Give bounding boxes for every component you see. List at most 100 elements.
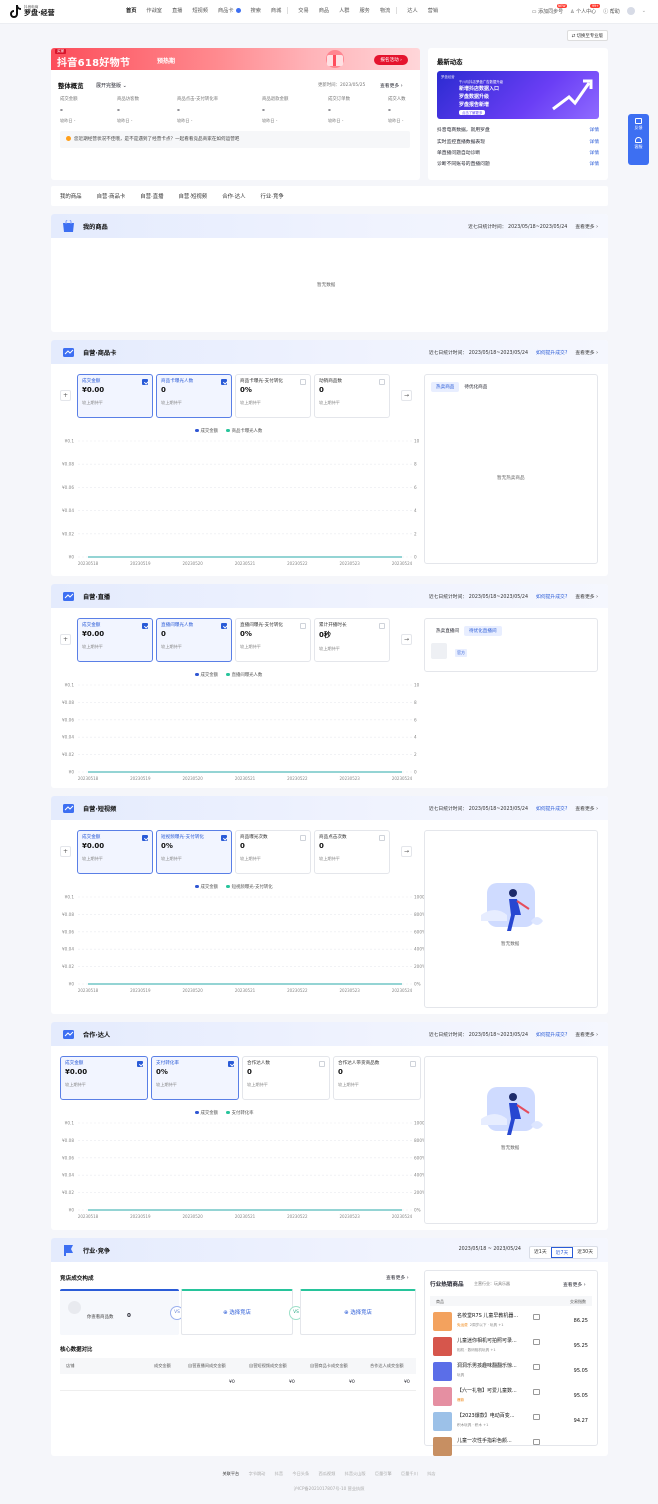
compare-icon[interactable] [533, 1339, 540, 1345]
tab-industry[interactable]: 行业·竞争 [260, 192, 283, 200]
service-button[interactable]: 客服 [628, 131, 649, 150]
nav-crowd[interactable]: 人群 [339, 7, 349, 14]
hot-product-row[interactable]: 【六一礼物】可爱儿童数... 爆款 95.05 [433, 1385, 591, 1407]
metric-card[interactable]: 短视频曝光-支付转化 0% 较上期持平 [156, 830, 232, 874]
prev-metric-button[interactable]: + [60, 390, 71, 401]
metric-checkbox[interactable] [142, 623, 148, 629]
legend-item[interactable]: 短视频曝光-支付转化 [226, 884, 273, 890]
compare-icon[interactable] [533, 1439, 540, 1445]
section-more-link[interactable]: 查看更多 › [575, 593, 598, 600]
version-dropdown[interactable]: 展开完整版 ⌄ [96, 82, 127, 89]
metric-card[interactable]: 累计开播时长 0秒 较上期持平 [314, 618, 390, 662]
metric-checkbox[interactable] [221, 623, 227, 629]
nav-talent[interactable]: 达人 [407, 7, 417, 14]
nav-war-room[interactable]: 作战室 [146, 7, 162, 14]
news-item[interactable]: 抖音电商数据，就用罗盘 详情 [437, 126, 599, 133]
metric-checkbox[interactable] [142, 379, 148, 385]
feedback-button[interactable]: 反馈 [628, 114, 649, 131]
nav-logistics[interactable]: 物流 [380, 7, 390, 14]
nav-marketing[interactable]: 营销 [428, 7, 438, 14]
legend-item[interactable]: 成交金额 [195, 428, 218, 434]
how-to-link[interactable]: 如何提升成交? [536, 349, 567, 356]
next-metric-button[interactable]: → [401, 390, 412, 401]
legend-item[interactable]: 支付转化率 [226, 1110, 254, 1116]
add-account-link[interactable]: ▭ 添加同步号 NEW [532, 3, 568, 15]
hot-product-row[interactable]: 儿童一次性手指彩色颜... [433, 1435, 591, 1457]
switch-pro-button[interactable]: ⇄ 切换至专业版 [566, 30, 608, 41]
hot-more-link[interactable]: 查看更多 › [563, 1281, 586, 1288]
metric-checkbox[interactable] [142, 835, 148, 841]
news-item[interactable]: 实时监控直播数据表现 详情 [437, 138, 599, 145]
metric-card[interactable]: 合作达人数 0 较上期持平 [242, 1056, 330, 1100]
tab-video[interactable]: 自营·短视频 [179, 192, 208, 200]
metric-checkbox[interactable] [410, 1061, 416, 1067]
metric-card[interactable]: 合作达人带货商品数 0 较上期持平 [333, 1056, 421, 1100]
hot-product-row[interactable]: 【2023爆款】电动百变... 积木玩具 · 积木 +1 94.27 [433, 1410, 591, 1432]
tab-product-card[interactable]: 自营·商品卡 [97, 192, 126, 200]
tab-live[interactable]: 自营·直播 [140, 192, 163, 200]
how-to-link[interactable]: 如何提升成交? [536, 805, 567, 812]
side-tab[interactable]: 待优化直播间 [463, 626, 502, 636]
legend-item[interactable]: 成交金额 [195, 672, 218, 678]
next-metric-button[interactable]: → [401, 634, 412, 645]
metric-card[interactable]: 成交金额 ¥0.00 较上期持平 [60, 1056, 148, 1100]
avatar[interactable] [626, 7, 635, 15]
overview-metric[interactable]: 成交金额 - 较昨日 - [60, 96, 115, 124]
news-item[interactable]: 诊断不同账号的直播问题 详情 [437, 160, 599, 167]
select-competitor-1[interactable]: ⊕ 选择竞店 [181, 1289, 293, 1335]
metric-checkbox[interactable] [300, 623, 306, 629]
prev-metric-button[interactable]: + [60, 634, 71, 645]
section-more-link[interactable]: 查看更多 › [575, 805, 598, 812]
legend-item[interactable]: 商品卡曝光人数 [226, 428, 262, 434]
overview-metric[interactable]: 成交订单数 - 较昨日 - [328, 96, 368, 124]
metric-card[interactable]: 商品曝光次数 0 较上期持平 [235, 830, 311, 874]
period-1d[interactable]: 近1天 [530, 1247, 551, 1258]
footer-icp[interactable]: 沪ICP备2021017807号-10 营业执照 [0, 1486, 658, 1492]
metric-checkbox[interactable] [300, 379, 306, 385]
metric-card[interactable]: 商品卡曝光人数 0 较上期持平 [156, 374, 232, 418]
side-tab[interactable]: 热卖直播间 [431, 626, 464, 636]
metric-card[interactable]: 商品点击次数 0 较上期持平 [314, 830, 390, 874]
nav-product-card[interactable]: 商品卡 [218, 7, 241, 14]
metric-checkbox[interactable] [228, 1061, 234, 1067]
prev-metric-button[interactable]: + [60, 846, 71, 857]
metric-card[interactable]: 商品卡曝光-支付转化 0% 较上期持平 [235, 374, 311, 418]
tab-talent[interactable]: 合作·达人 [222, 192, 245, 200]
metric-checkbox[interactable] [379, 379, 385, 385]
period-7d[interactable]: 近7天 [550, 1247, 574, 1258]
compare-icon[interactable] [533, 1314, 540, 1320]
nav-live[interactable]: 直播 [172, 7, 182, 14]
nav-trade[interactable]: 交易 [298, 7, 308, 14]
nav-service[interactable]: 服务 [359, 7, 369, 14]
metric-card[interactable]: 直播间曝光-支付转化 0% 较上期持平 [235, 618, 311, 662]
nav-video[interactable]: 短视频 [192, 7, 208, 14]
overview-metric[interactable]: 商品退款金额 - 较昨日 - [262, 96, 317, 124]
store-more-link[interactable]: 查看更多 › [386, 1274, 409, 1281]
nav-search[interactable]: 搜索 [251, 7, 261, 14]
hot-product-row[interactable]: 名校堂R7S 儿童早教机器... 免运费 2周岁以下 · 玩具 +1 86.25 [433, 1310, 591, 1332]
nav-mall[interactable]: 商城 [271, 7, 281, 14]
metric-card[interactable]: 成交金额 ¥0.00 较上期持平 [77, 374, 153, 418]
section-more-link[interactable]: 查看更多 › [575, 1031, 598, 1038]
metric-checkbox[interactable] [137, 1061, 143, 1067]
next-metric-button[interactable]: → [401, 846, 412, 857]
news-promo-banner[interactable]: 罗盘经营 千川与抖店罗盘广告数据升级 新增抖店数据入口 罗盘数据升级 罗盘报告新… [437, 71, 599, 119]
metric-card[interactable]: 动销商品数 0 较上期持平 [314, 374, 390, 418]
hot-product-row[interactable]: 儿童迷你相机可拍照可录... 相机 · 数码相机玩具 +1 95.25 [433, 1335, 591, 1357]
metric-card[interactable]: 直播间曝光人数 0 较上期持平 [156, 618, 232, 662]
campaign-banner[interactable]: 买家 抖音618好物节 预热期 报名活动 › [51, 48, 420, 70]
chevron-down-icon[interactable]: ⌄ [642, 8, 646, 14]
help-link[interactable]: ⓘ 帮助 [603, 8, 620, 15]
section-more-link[interactable]: 查看更多 › [575, 349, 598, 356]
my-products-more-link[interactable]: 查看更多 › [575, 223, 598, 230]
select-competitor-2[interactable]: ⊕ 选择竞店 [300, 1289, 416, 1335]
overview-more-link[interactable]: 查看更多 › [380, 82, 403, 89]
compare-icon[interactable] [533, 1389, 540, 1395]
metric-checkbox[interactable] [300, 835, 306, 841]
news-item[interactable]: 单直播问题自动诊断 详情 [437, 149, 599, 156]
side-tab[interactable]: 热卖商品 [431, 382, 460, 392]
metric-checkbox[interactable] [319, 1061, 325, 1067]
overview-metric[interactable]: 商品点击-支付转化率 - 较昨日 - [177, 96, 257, 124]
legend-item[interactable]: 成交金额 [195, 1110, 218, 1116]
metric-card[interactable]: 成交金额 ¥0.00 较上期持平 [77, 830, 153, 874]
